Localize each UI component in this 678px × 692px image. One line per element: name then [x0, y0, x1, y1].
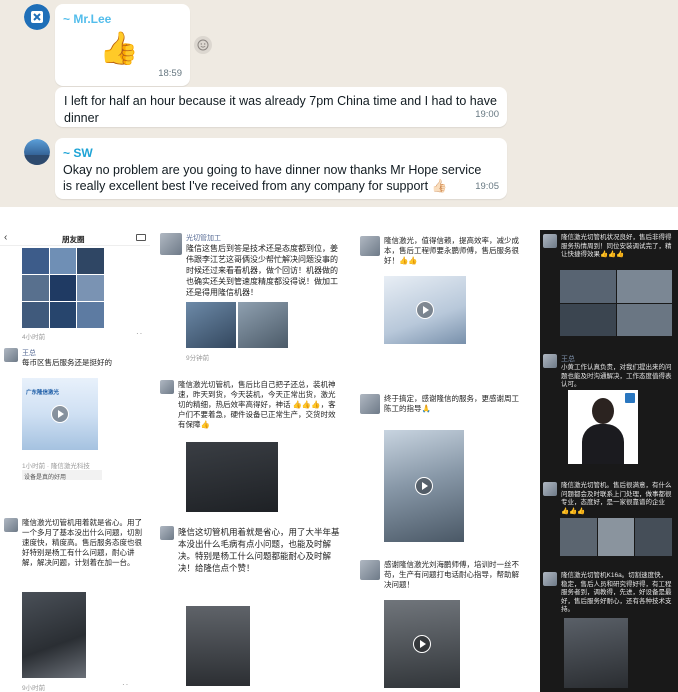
moments-column-1: ‹ 朋友圈 4小时前 ·· 王总 每币区售后服务还是挺好的 广东隆信激光 1小时… — [0, 230, 150, 692]
comment-box: 设备是真的好用 — [22, 470, 102, 481]
wechat-moments-collage: ‹ 朋友圈 4小时前 ·· 王总 每币区售后服务还是挺好的 广东隆信激光 1小时… — [0, 230, 678, 692]
avatar-sw[interactable] — [24, 139, 50, 165]
post-text: 隆信激光切管机K16a。切割速度快，稳定，售后人员和研究得好得，有工程服务者到，… — [561, 572, 672, 613]
post-text: 隆信激光切管机用着就是省心。用了一个多月了基本没出什么问题，切割速度快，精度高。… — [22, 518, 142, 567]
post-1-header: 光切管加工 隆信这售后到答是技术还是态度都到位，姜伟跟李江艺这哥俩没少帮忙解决问… — [160, 233, 342, 298]
post-time: 4小时前 — [22, 334, 46, 341]
message-text: Okay no problem are you going to have di… — [63, 162, 491, 194]
post-text: 感谢隆信激光刘海鹏师傅，培训时一丝不苟，生产有问题打电话耐心指导，帮助解决问题！ — [384, 560, 519, 589]
post-time: 9分钟前 — [186, 355, 210, 362]
avatar[interactable] — [4, 348, 18, 362]
photo-grid[interactable] — [22, 248, 104, 328]
user-name[interactable]: 王总 — [22, 348, 112, 358]
post-text: 隆信激光，值得信赖，提高效率，减少成本，售后工程师要永鹏师傅，售后服务很好！👍👍 — [384, 236, 519, 265]
thumbs-up-emoji: 👍 — [99, 30, 139, 66]
logo-icon — [625, 393, 635, 403]
post-photo[interactable] — [186, 442, 278, 512]
post-4-header: 隆信激光切管机K16a。切割速度快，稳定，售后人员和研究得好得，有工程服务者到，… — [543, 572, 675, 615]
post-1-header: 隆信激光，值得信赖，提高效率，减少成本，售后工程师要永鹏师傅，售后服务很好！👍👍 — [360, 236, 524, 266]
thumbs-up-emoji: 👍🏻 — [431, 179, 448, 193]
message-time: 19:05 — [475, 181, 499, 192]
user-name[interactable]: 光切管加工 — [186, 233, 342, 243]
avatar[interactable] — [360, 394, 380, 414]
video-thumbnail[interactable]: 广东隆信激光 — [22, 378, 98, 450]
post-photo[interactable] — [564, 618, 628, 688]
post-text: 每币区售后服务还是挺好的 — [22, 358, 112, 367]
message-bubble-2[interactable]: I left for half an hour because it was a… — [55, 87, 507, 127]
video-thumbnail[interactable] — [384, 600, 460, 688]
moments-title: 朋友圈 — [62, 235, 85, 244]
photo-grid[interactable] — [560, 270, 672, 336]
message-time: 18:59 — [158, 68, 182, 79]
more-options-icon[interactable]: ·· — [136, 329, 143, 338]
message-text: I left for half an hour because it was a… — [64, 94, 497, 125]
message-bubble-3[interactable]: ~ SW Okay no problem are you going to ha… — [55, 138, 507, 199]
message-bubble-1[interactable]: ~ Mr.Lee 👍 18:59 — [55, 4, 190, 86]
avatar[interactable] — [360, 236, 380, 256]
post-photo[interactable] — [238, 302, 288, 348]
post-text: 隆信激光切管机。售后很满意，有什么问题都会及时联系上门处理，做事都很专业，态度好… — [561, 482, 672, 515]
post-photo[interactable] — [186, 606, 250, 686]
avatar[interactable] — [160, 233, 182, 255]
avatar-mr-lee[interactable] — [24, 4, 50, 30]
post-text: 隆信激光切管机状况良好，售后非得得服务热情周到！同位安装调试完了，精让快捷得效果… — [561, 234, 672, 258]
video-thumbnail[interactable] — [384, 430, 464, 542]
avatar[interactable] — [160, 380, 174, 394]
moments-column-3: 隆信激光，值得信赖，提高效率，减少成本，售后工程师要永鹏师傅，售后服务很好！👍👍… — [356, 230, 528, 692]
camera-icon[interactable] — [136, 234, 146, 241]
avatar[interactable] — [543, 234, 557, 248]
post-text: 隆信这售后到答是技术还是态度都到位，姜伟跟李江艺这哥俩没少帮忙解决问题没事的时候… — [186, 244, 338, 297]
moments-column-4: 隆信激光切管机状况良好，售后非得得服务热情周到！同位安装调试完了，精让快捷得效果… — [540, 230, 678, 692]
play-icon[interactable] — [51, 405, 69, 423]
post-3-header: 隆信这切管机用着就是省心，用了大半年基本没出什么毛病有点小问题，也能及时解决。特… — [160, 526, 342, 574]
banner-text: 广东隆信激光 — [26, 390, 60, 396]
post-photo[interactable] — [186, 302, 236, 348]
whatsapp-chat: ~ Mr.Lee 👍 18:59 I left for half an hour… — [0, 0, 678, 207]
moments-column-2: 光切管加工 隆信这售后到答是技术还是态度都到位，姜伟跟李江艺这哥俩没少帮忙解决问… — [158, 230, 346, 692]
post-time: 9小时前 — [22, 685, 46, 692]
post-3-header: 隆信激光切管机。售后很满意，有什么问题都会及时联系上门处理，做事都很专业，态度好… — [543, 482, 675, 516]
post-2-header: 王总 小黄工作认真负责，对我们提出来的问题也能及时沟通解决，工作态度值得表认可。 — [543, 354, 675, 390]
smiley-icon[interactable] — [194, 36, 212, 54]
avatar[interactable] — [543, 572, 557, 586]
post-photo[interactable] — [22, 592, 86, 678]
post-text: 隆信激光切管机，售后比自己把子还总，装机神速，昨天到货，今天装机，今天正常出货，… — [178, 380, 336, 429]
post-2-header: 终于搞定，感谢隆信的服务，更感谢周工陈工的指导🙏 — [360, 394, 524, 414]
post-2-header: 王总 每币区售后服务还是挺好的 — [4, 348, 146, 368]
post-3-header: 隆信激光切管机用着就是省心。用了一个多月了基本没出什么问题，切割速度快，精度高。… — [4, 518, 148, 568]
play-icon[interactable] — [415, 477, 433, 495]
photo-grid[interactable] — [560, 518, 672, 556]
post-meta: 1小时前 · 隆信激光科技 — [22, 463, 90, 470]
avatar[interactable] — [360, 560, 380, 580]
avatar[interactable] — [4, 518, 18, 532]
message-time: 19:00 — [475, 109, 499, 120]
play-icon[interactable] — [413, 635, 431, 653]
post-1-header: 隆信激光切管机状况良好，售后非得得服务热情周到！同位安装调试完了，精让快捷得效果… — [543, 234, 675, 260]
avatar[interactable] — [543, 354, 557, 368]
post-text: 终于搞定，感谢隆信的服务，更感谢周工陈工的指导🙏 — [384, 394, 519, 413]
post-text: 隆信这切管机用着就是省心，用了大半年基本没出什么毛病有点小问题，也能及时解决。特… — [178, 527, 340, 573]
post-2-header: 隆信激光切管机，售后比自己把子还总，装机神速，昨天到货，今天装机，今天正常出货，… — [160, 380, 342, 430]
chevron-left-icon[interactable]: ‹ — [4, 232, 7, 243]
play-icon[interactable] — [416, 301, 434, 319]
post-3-header: 感谢隆信激光刘海鹏师傅，培训时一丝不苟，生产有问题打电话耐心指导，帮助解决问题！ — [360, 560, 524, 590]
moments-header: ‹ 朋友圈 — [0, 232, 150, 246]
video-thumbnail[interactable] — [384, 276, 466, 344]
avatar[interactable] — [543, 482, 557, 496]
message-text-content: Okay no problem are you going to have di… — [63, 163, 482, 193]
user-name[interactable]: 王总 — [561, 354, 673, 364]
more-options-icon[interactable]: ·· — [122, 680, 129, 689]
avatar[interactable] — [160, 526, 174, 540]
sender-name: ~ SW — [63, 146, 93, 160]
sender-name: ~ Mr.Lee — [63, 12, 112, 26]
post-text: 小黄工作认真负责，对我们提出来的问题也能及时沟通解决，工作态度值得表认可。 — [561, 364, 672, 388]
profile-photo[interactable] — [568, 390, 638, 464]
